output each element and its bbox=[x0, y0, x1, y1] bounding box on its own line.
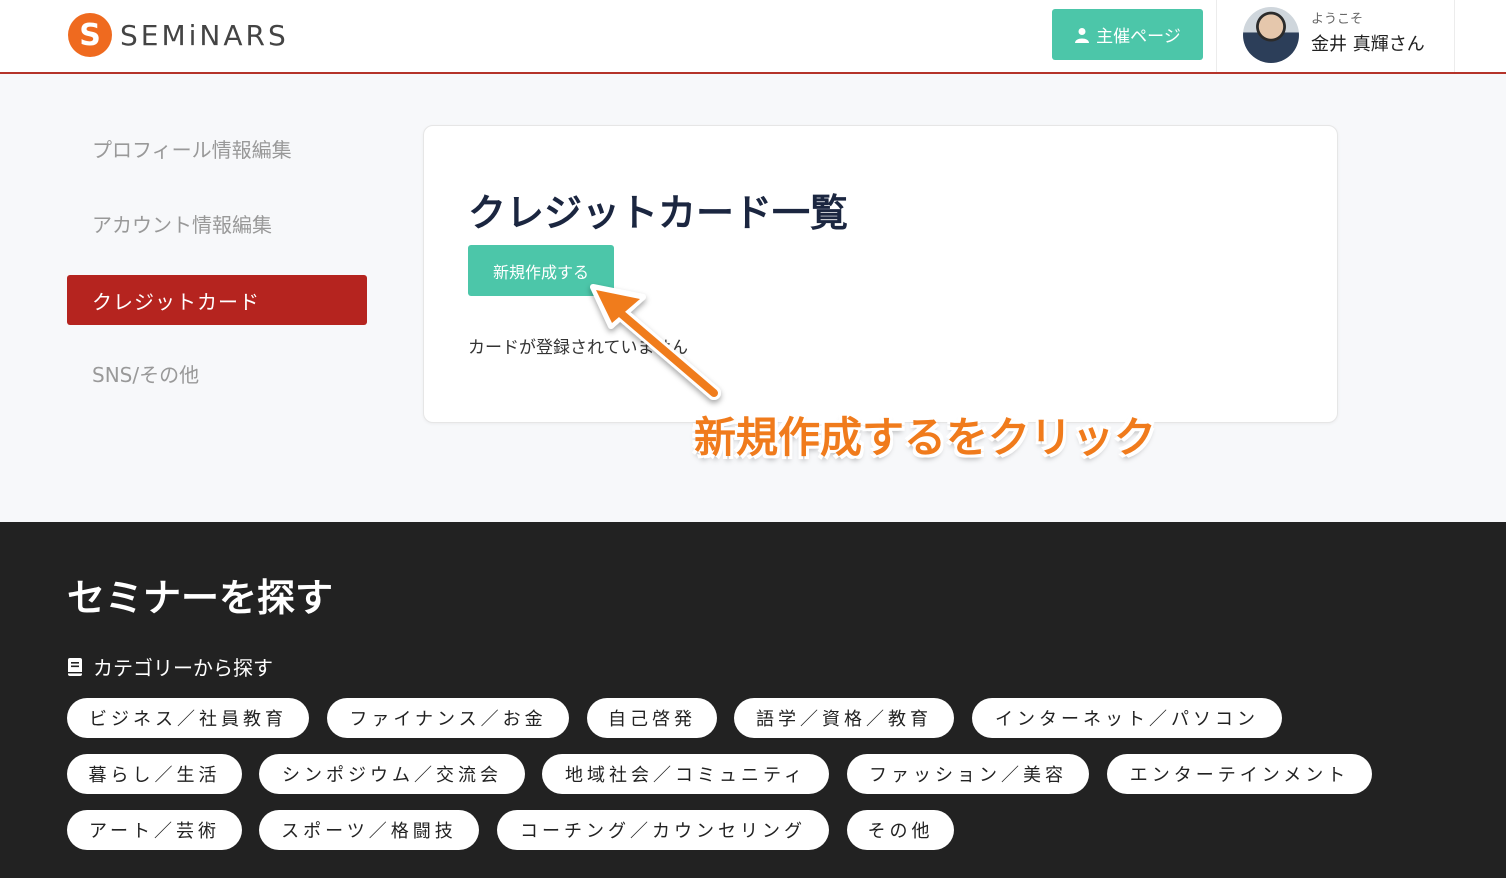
category-tag[interactable]: シンポジウム／交流会 bbox=[259, 754, 525, 794]
category-tag[interactable]: 暮らし／生活 bbox=[67, 754, 242, 794]
logo-text: SEMiNARS bbox=[120, 18, 289, 52]
book-icon bbox=[68, 657, 82, 676]
category-tag[interactable]: 地域社会／コミュニティ bbox=[542, 754, 829, 794]
category-tag[interactable]: エンターテインメント bbox=[1107, 754, 1372, 794]
category-tag[interactable]: アート／芸術 bbox=[67, 810, 242, 850]
sidebar-item-sns[interactable]: SNS/その他 bbox=[67, 348, 367, 398]
category-tag[interactable]: ビジネス／社員教育 bbox=[67, 698, 309, 738]
category-tag[interactable]: スポーツ／格闘技 bbox=[259, 810, 479, 850]
page-title: クレジットカード一覧 bbox=[468, 191, 849, 235]
category-tag[interactable]: 語学／資格／教育 bbox=[734, 698, 954, 738]
category-tag[interactable]: インターネット／パソコン bbox=[972, 698, 1282, 738]
category-heading: カテゴリーから探す bbox=[67, 652, 273, 681]
welcome-text: ようこそ bbox=[1311, 12, 1364, 27]
category-tag[interactable]: その他 bbox=[847, 810, 954, 850]
site-footer: セミナーを探す カテゴリーから探す ビジネス／社員教育 ファイナンス／お金 自己… bbox=[0, 522, 1506, 878]
username: 金井 真輝さん bbox=[1311, 34, 1425, 55]
empty-message: カードが登録されていません bbox=[468, 338, 688, 358]
sidebar-item-credit-card[interactable]: クレジットカード bbox=[67, 275, 367, 325]
annotation-text: 新規作成するをクリック bbox=[694, 413, 1157, 462]
category-tag[interactable]: 自己啓発 bbox=[587, 698, 717, 738]
footer-title: セミナーを探す bbox=[67, 576, 334, 620]
host-page-button[interactable]: 主催ページ bbox=[1052, 9, 1203, 60]
site-logo[interactable]: S SEMiNARS bbox=[68, 12, 289, 58]
create-new-button[interactable]: 新規作成する bbox=[468, 245, 614, 296]
user-menu[interactable]: ようこそ 金井 真輝さん bbox=[1216, 0, 1455, 72]
logo-mark: S bbox=[68, 13, 112, 57]
user-icon bbox=[1075, 27, 1090, 43]
avatar bbox=[1243, 7, 1299, 63]
category-tag[interactable]: ファッション／美容 bbox=[847, 754, 1089, 794]
credit-card-panel: クレジットカード一覧 新規作成する カードが登録されていません bbox=[423, 125, 1338, 423]
sidebar-item-account[interactable]: アカウント情報編集 bbox=[67, 198, 367, 248]
site-header: S SEMiNARS 主催ページ ようこそ 金井 真輝さん bbox=[0, 0, 1506, 74]
sidebar-item-profile[interactable]: プロフィール情報編集 bbox=[67, 123, 367, 173]
category-tag[interactable]: コーチング／カウンセリング bbox=[497, 810, 829, 850]
category-tag[interactable]: ファイナンス／お金 bbox=[327, 698, 569, 738]
host-page-label: 主催ページ bbox=[1096, 27, 1181, 47]
category-heading-label: カテゴリーから探す bbox=[93, 656, 273, 680]
